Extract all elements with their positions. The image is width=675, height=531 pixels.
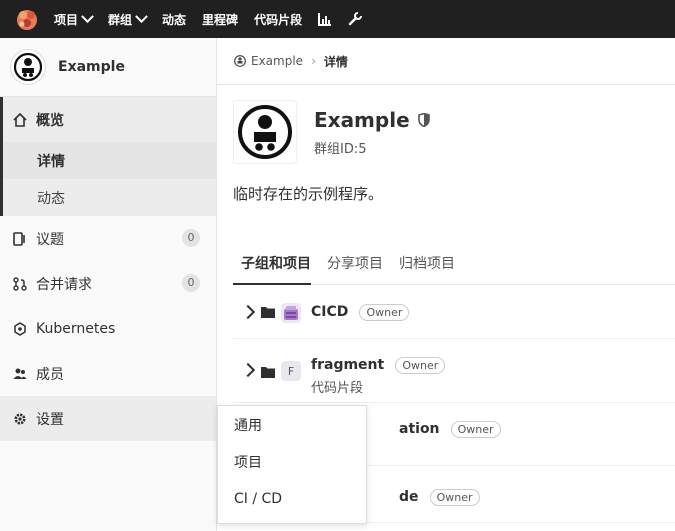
chart-icon[interactable] xyxy=(318,12,332,26)
sidebar: Example 概览 详情 动态 议题 0 合并请求 0 Kubernetes … xyxy=(0,38,217,531)
breadcrumb: Example › 详情 xyxy=(217,38,675,85)
members-icon xyxy=(12,367,28,381)
nav-projects-label: 项目 xyxy=(54,12,79,27)
nav-milestones[interactable]: 里程碑 xyxy=(202,0,238,38)
project-avatar xyxy=(281,303,301,323)
sidebar-header[interactable]: Example xyxy=(0,38,216,97)
kubernetes-icon xyxy=(12,321,28,336)
group-avatar-large xyxy=(233,100,297,164)
chevron-right-icon: › xyxy=(311,54,316,68)
shield-icon xyxy=(417,113,430,127)
project-avatar: F xyxy=(281,361,301,381)
sidebar-item-label: 设置 xyxy=(36,411,64,428)
row-name[interactable]: ation xyxy=(399,421,440,437)
group-avatar xyxy=(10,49,46,85)
group-header: Example 群组ID:5 xyxy=(233,100,430,164)
sidebar-subitem-label: 动态 xyxy=(37,190,65,207)
sidebar-item-overview[interactable]: 概览 xyxy=(3,97,216,142)
sidebar-item-label: Kubernetes xyxy=(36,320,116,337)
chevron-right-icon[interactable] xyxy=(240,304,256,320)
breadcrumb-root[interactable]: Example xyxy=(251,54,303,68)
chevron-down-icon xyxy=(81,9,94,23)
nav-groups[interactable]: 群组 xyxy=(108,0,148,38)
sidebar-item-kubernetes[interactable]: Kubernetes xyxy=(0,306,216,351)
group-id: 群组ID:5 xyxy=(314,142,367,157)
nav-activity[interactable]: 动态 xyxy=(162,0,186,38)
list-item[interactable]: CICD Owner xyxy=(233,286,675,339)
nav-milestones-label: 里程碑 xyxy=(202,12,239,27)
sidebar-item-issues[interactable]: 议题 0 xyxy=(0,216,216,261)
sidebar-subitem-details[interactable]: 详情 xyxy=(3,142,216,179)
tab-archived-projects[interactable]: 归档项目 xyxy=(399,242,455,284)
issues-icon xyxy=(12,231,28,246)
nav-activity-label: 动态 xyxy=(162,12,187,27)
list-item[interactable]: F fragment Owner 代码片段 xyxy=(233,340,675,403)
sidebar-item-members[interactable]: 成员 xyxy=(0,351,216,396)
sidebar-group-name: Example xyxy=(58,59,125,75)
count-badge: 0 xyxy=(182,274,200,292)
sidebar-overview-section: 概览 详情 动态 xyxy=(0,97,216,216)
folder-icon xyxy=(261,363,275,382)
nav-snippets-label: 代码片段 xyxy=(254,12,303,27)
group-description: 临时存在的示例程序。 xyxy=(233,185,384,203)
nav-groups-label: 群组 xyxy=(108,12,133,27)
group-title-row: Example xyxy=(314,108,430,132)
page-title: Example xyxy=(314,108,410,132)
role-badge: Owner xyxy=(359,304,410,321)
nav-snippets[interactable]: 代码片段 xyxy=(254,0,302,38)
row-name[interactable]: CICD xyxy=(311,304,348,320)
sidebar-item-settings[interactable]: 设置 xyxy=(0,396,216,441)
tabs: 子组和项目 分享项目 归档项目 xyxy=(233,242,675,285)
row-name[interactable]: fragment xyxy=(311,357,384,373)
menu-item-general[interactable]: 通用 xyxy=(218,406,366,443)
nav-projects[interactable]: 项目 xyxy=(54,0,94,38)
sidebar-subitem-label: 详情 xyxy=(37,153,65,170)
home-icon xyxy=(12,112,28,127)
count-badge: 0 xyxy=(182,229,200,247)
wrench-icon[interactable] xyxy=(348,12,363,26)
role-badge: Owner xyxy=(429,489,480,506)
menu-item-cicd[interactable]: CI / CD xyxy=(218,480,366,517)
tab-subgroups-projects[interactable]: 子组和项目 xyxy=(233,242,311,285)
group-small-icon xyxy=(234,55,246,67)
row-description: 代码片段 xyxy=(311,381,364,396)
sidebar-item-merge-requests[interactable]: 合并请求 0 xyxy=(0,261,216,306)
sidebar-item-label: 合并请求 xyxy=(36,276,92,293)
merge-request-icon xyxy=(12,276,28,291)
top-navbar: 项目 群组 动态 里程碑 代码片段 xyxy=(0,0,675,38)
role-badge: Owner xyxy=(450,421,501,438)
tab-shared-projects[interactable]: 分享项目 xyxy=(327,242,383,284)
app-logo[interactable] xyxy=(14,6,40,32)
chevron-down-icon xyxy=(135,9,148,23)
sidebar-subitem-activity[interactable]: 动态 xyxy=(3,179,216,216)
menu-item-projects[interactable]: 项目 xyxy=(218,443,366,480)
row-name[interactable]: de xyxy=(399,489,419,505)
gear-icon xyxy=(12,412,28,426)
chevron-right-icon[interactable] xyxy=(240,362,256,378)
role-badge: Owner xyxy=(395,357,446,374)
sidebar-item-label: 概览 xyxy=(36,112,64,129)
settings-flyout-menu: 通用 项目 CI / CD xyxy=(217,405,367,524)
breadcrumb-current: 详情 xyxy=(323,54,348,69)
sidebar-item-label: 成员 xyxy=(36,366,64,383)
sidebar-item-label: 议题 xyxy=(36,231,64,248)
folder-icon xyxy=(261,303,275,322)
